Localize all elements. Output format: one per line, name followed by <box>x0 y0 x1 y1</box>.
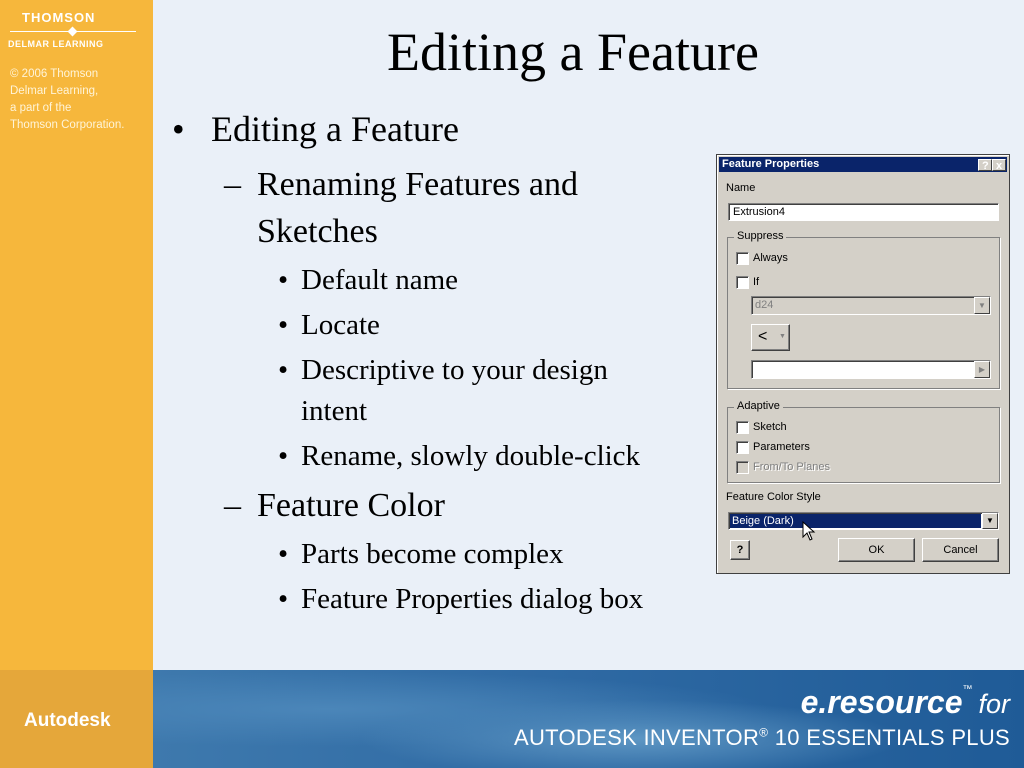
if-label: If <box>753 276 760 288</box>
close-icon: x <box>996 160 1003 172</box>
cancel-button[interactable]: Cancel <box>922 538 999 562</box>
parameter-select-value: d24 <box>755 299 774 311</box>
copyright-line: Thomson Corporation. <box>10 119 125 131</box>
titlebar-help-button[interactable]: ? <box>978 159 992 172</box>
parameters-checkbox[interactable] <box>736 441 749 454</box>
help-button[interactable]: ? <box>730 540 750 560</box>
from-to-planes-checkbox[interactable] <box>736 461 749 474</box>
if-checkbox[interactable] <box>736 276 749 289</box>
adaptive-group: Adaptive Sketch Parameters From/To Plane… <box>727 400 1000 483</box>
bullet-marker: – <box>224 487 241 524</box>
sketch-label: Sketch <box>753 421 787 433</box>
value-field[interactable]: ▶ <box>751 360 991 379</box>
logo-diamond-icon <box>67 26 78 37</box>
operator-value: < <box>758 328 768 345</box>
bullet-marker: • <box>172 109 185 149</box>
for-text: for <box>978 689 1010 719</box>
bullet-text: Locate <box>301 309 380 341</box>
delmar-logo-text: DELMAR LEARNING <box>8 39 104 49</box>
autodesk-label: Autodesk <box>24 710 111 731</box>
slide-title: Editing a Feature <box>387 22 759 82</box>
copyright-notice: © 2006 Thomson Delmar Learning, a part o… <box>10 66 124 134</box>
ok-button[interactable]: OK <box>838 538 915 562</box>
dialog-title: Feature Properties <box>722 158 820 170</box>
from-to-planes-label: From/To Planes <box>753 461 831 473</box>
feature-properties-dialog: Feature Properties ? x Name Extrusion4 S… <box>716 154 1010 574</box>
copyright-line: Delmar Learning, <box>10 85 99 97</box>
registered-mark: ® <box>759 725 769 740</box>
thomson-logo-text: THOMSON <box>22 10 96 25</box>
color-style-label: Feature Color Style <box>726 491 821 503</box>
chevron-down-icon: ▼ <box>779 333 786 340</box>
cancel-button-label: Cancel <box>943 544 978 556</box>
bullet-text: Feature Properties dialog box <box>301 583 644 615</box>
eresource-logo: e.resource™ for <box>801 684 1010 721</box>
eresource-text: e.resource <box>800 684 963 720</box>
sketch-checkbox[interactable] <box>736 421 749 434</box>
chevron-down-icon: ▼ <box>974 297 990 314</box>
copyright-line: a part of the <box>10 102 72 114</box>
name-field-value: Extrusion4 <box>733 206 785 218</box>
product-name: AUTODESK INVENTOR® 10 ESSENTIALS PLUS <box>514 725 1010 751</box>
color-style-dropdown[interactable]: Beige (Dark) ▼ <box>728 512 999 530</box>
sidebar: THOMSON DELMAR LEARNING © 2006 Thomson D… <box>0 0 153 670</box>
adaptive-group-label: Adaptive <box>734 400 783 412</box>
suppress-group: Suppress Always If d24 ▼ < ▼ ▶ <box>727 230 1000 389</box>
always-checkbox[interactable] <box>736 252 749 265</box>
name-field[interactable]: Extrusion4 <box>728 203 999 221</box>
name-label: Name <box>726 182 756 194</box>
bullet-text: Editing a Feature <box>211 109 459 149</box>
ok-button-label: OK <box>868 544 885 556</box>
footer-banner: Autodesk e.resource™ for AUTODESK INVENTO… <box>0 670 1024 768</box>
dialog-titlebar: Feature Properties ? x <box>719 157 1007 172</box>
bullet-text: Default name <box>301 264 459 296</box>
bullet-marker: • <box>278 440 289 472</box>
bullet-text: Sketches <box>257 213 378 250</box>
bullet-text: Descriptive to your design <box>301 354 608 386</box>
footer-left-panel: Autodesk <box>0 670 153 768</box>
bullet-text: intent <box>301 395 368 427</box>
suppress-group-label: Suppress <box>734 230 787 242</box>
bullet-marker: • <box>278 583 289 615</box>
always-label: Always <box>753 252 788 264</box>
bullet-text: Renaming Features and <box>257 166 579 203</box>
bullet-marker: • <box>278 309 289 341</box>
operator-dropdown[interactable]: < ▼ <box>751 324 790 351</box>
color-style-value: Beige (Dark) <box>732 515 794 527</box>
help-icon: ? <box>736 544 744 556</box>
product-edition: 10 ESSENTIALS PLUS <box>768 725 1010 750</box>
footer-right-panel: e.resource™ for AUTODESK INVENTOR® 10 ESS… <box>153 670 1024 768</box>
trademark-mark: ™ <box>962 684 973 695</box>
titlebar-close-button[interactable]: x <box>992 159 1006 172</box>
parameter-select[interactable]: d24 ▼ <box>751 296 991 315</box>
mouse-cursor-icon <box>802 521 816 541</box>
bullet-text: Feature Color <box>257 487 445 524</box>
bullet-marker: • <box>278 264 289 296</box>
bullet-text: Rename, slowly double-click <box>301 440 641 472</box>
bullet-text: Parts become complex <box>301 538 564 570</box>
chevron-right-icon: ▶ <box>974 361 990 378</box>
copyright-line: © 2006 Thomson <box>10 68 99 80</box>
bullet-marker: • <box>278 538 289 570</box>
bullet-marker: – <box>224 166 241 203</box>
product-text: AUTODESK INVENTOR <box>514 725 760 750</box>
parameters-label: Parameters <box>753 441 810 453</box>
chevron-down-icon: ▼ <box>982 513 998 529</box>
help-icon: ? <box>982 160 989 172</box>
bullet-marker: • <box>278 354 289 386</box>
